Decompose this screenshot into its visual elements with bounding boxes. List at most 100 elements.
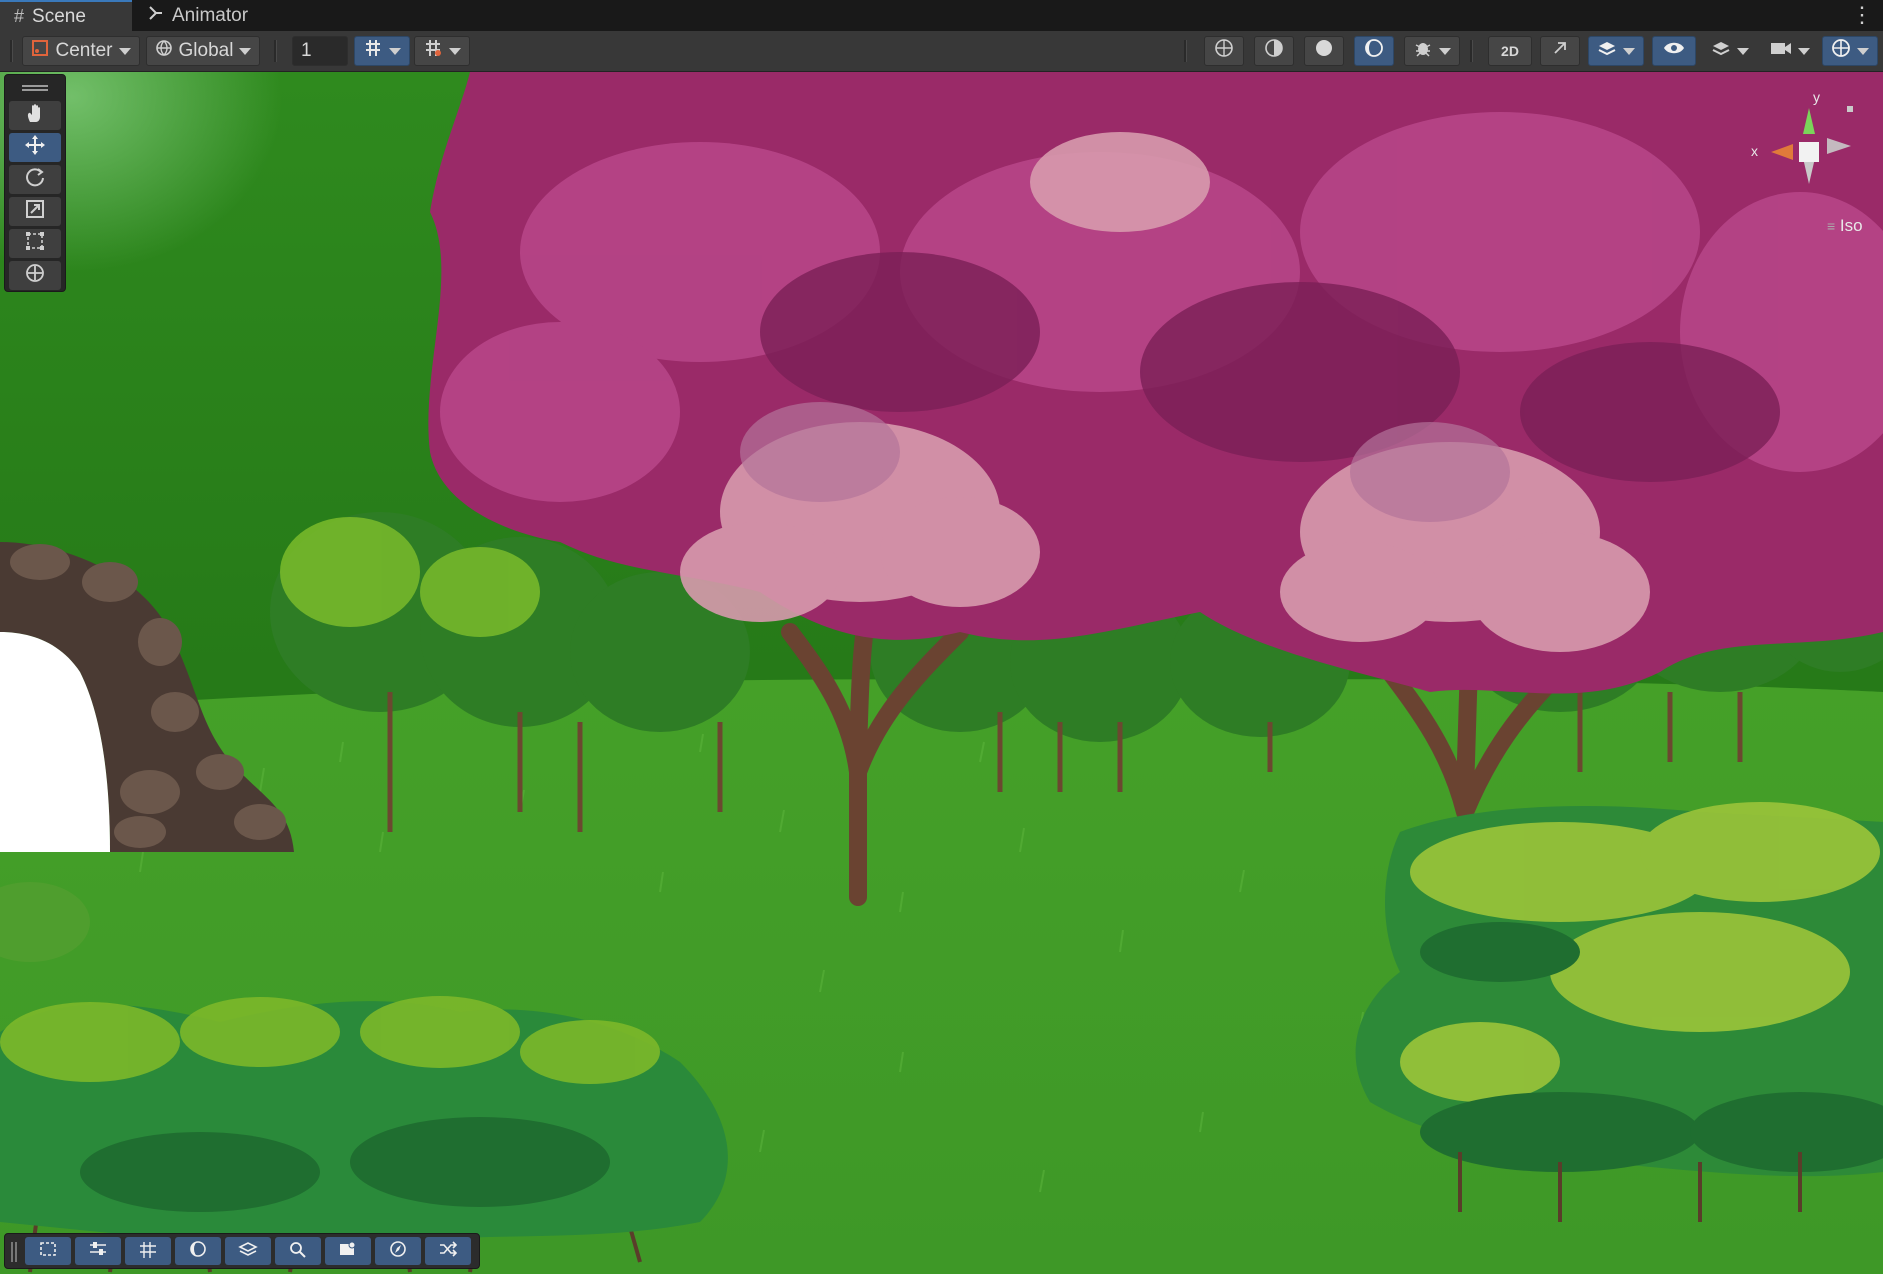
pivot-mode-dropdown[interactable]: Center — [22, 36, 140, 66]
tab-animator[interactable]: Animator — [134, 0, 264, 31]
effects-dropdown[interactable] — [1588, 36, 1644, 66]
overlay-toolbar — [4, 1233, 480, 1269]
overlay-tool-settings-button[interactable] — [75, 1237, 121, 1265]
camera-preview-icon — [338, 1240, 358, 1263]
sliders-icon — [88, 1240, 108, 1263]
overlay-grid-button[interactable] — [125, 1237, 171, 1265]
transform-combined-icon — [24, 262, 46, 289]
projection-lines-icon: ≡ — [1827, 218, 1836, 234]
transform-tool-button[interactable] — [9, 261, 61, 290]
chevron-down-icon — [239, 47, 252, 55]
chevron-down-icon — [1737, 47, 1749, 55]
scene-toolbar: Center Global 1 2D — [0, 31, 1883, 72]
chevron-down-icon — [1439, 47, 1451, 55]
debug-draw-mode-dropdown[interactable] — [1404, 36, 1460, 66]
pivot-mode-label: Center — [55, 40, 113, 61]
bug-icon — [1413, 38, 1433, 64]
chevron-down-icon — [389, 47, 401, 55]
chevron-down-icon — [1798, 47, 1810, 55]
tab-animator-label: Animator — [172, 4, 249, 26]
camera-settings-dropdown[interactable] — [1762, 36, 1818, 66]
wireframe-sphere-icon — [1214, 38, 1234, 64]
y-axis-letter: y — [1813, 89, 1820, 105]
shaded-wireframe-mode-button[interactable] — [1254, 36, 1294, 66]
gizmos-dropdown[interactable] — [1822, 36, 1878, 66]
hand-icon — [24, 102, 46, 129]
rect-select-icon — [38, 1240, 58, 1263]
gizmo-globe-icon — [1831, 38, 1851, 64]
shaded-wireframe-icon — [1264, 38, 1284, 64]
move-arrows-icon — [23, 133, 47, 162]
compass-icon — [388, 1240, 408, 1263]
rotate-icon — [24, 166, 46, 193]
grid-snap-value: 1 — [301, 40, 312, 61]
overlay-camera-button[interactable] — [325, 1237, 371, 1265]
space-mode-label: Global — [178, 40, 234, 61]
move-tool-button[interactable] — [9, 133, 61, 162]
chevron-down-icon — [118, 47, 131, 55]
tab-scene[interactable]: # Scene — [0, 0, 132, 31]
orientation-gizmo[interactable]: y x ≡ Iso — [1741, 86, 1871, 246]
projection-label: Iso — [1839, 216, 1863, 235]
pivot-icon — [31, 39, 49, 63]
light-off-icon — [1550, 38, 1570, 64]
x-axis-letter: x — [1751, 143, 1758, 159]
grid-visibility-toggle[interactable] — [354, 36, 410, 66]
hand-tool-button[interactable] — [9, 101, 61, 130]
grid-hash-icon: # — [14, 6, 25, 26]
overlay-layers-button[interactable] — [225, 1237, 271, 1265]
overlay-search-button[interactable] — [275, 1237, 321, 1265]
grid-snap-value-input[interactable]: 1 — [292, 36, 348, 66]
animator-graph-icon — [148, 5, 164, 27]
lighting-toggle[interactable] — [1540, 36, 1580, 66]
drag-handle-icon[interactable] — [22, 85, 48, 87]
rect-transform-icon — [24, 230, 46, 257]
scene-render — [0, 72, 1883, 1274]
grid-snap-toggle[interactable] — [414, 36, 470, 66]
chevron-down-icon — [449, 47, 461, 55]
unlit-mode-button[interactable] — [1354, 36, 1394, 66]
layers-icon — [1711, 38, 1731, 64]
axis-gizmo-icon: y x — [1751, 89, 1853, 184]
tab-scene-label: Scene — [32, 5, 86, 27]
grid-snap-icon — [138, 1240, 158, 1263]
scale-tool-button[interactable] — [9, 197, 61, 226]
chevron-down-icon — [1857, 47, 1869, 55]
light-circle-icon — [188, 1240, 208, 1263]
grid-icon — [363, 38, 383, 64]
rect-tool-button[interactable] — [9, 229, 61, 258]
camera-icon — [1770, 40, 1792, 62]
toolbar-separator — [274, 40, 277, 62]
chevron-down-icon — [1623, 47, 1635, 55]
transform-tools-palette — [4, 74, 66, 292]
scene-visibility-toggle[interactable] — [1652, 36, 1696, 66]
projection-toggle[interactable]: ≡ Iso — [1827, 216, 1863, 236]
scale-icon — [24, 198, 46, 225]
2d-toggle-icon: 2D — [1501, 43, 1519, 59]
window-tab-bar: # Scene Animator ⋮ — [0, 0, 1883, 31]
rotate-tool-button[interactable] — [9, 165, 61, 194]
toolbar-separator — [10, 40, 13, 62]
layers-visibility-dropdown[interactable] — [1702, 36, 1758, 66]
scene-viewport[interactable] — [0, 72, 1883, 1274]
toolbar-separator — [1470, 40, 1473, 62]
layers-outline-icon — [238, 1240, 258, 1263]
eye-icon — [1663, 40, 1685, 62]
2d-mode-toggle[interactable]: 2D — [1488, 36, 1532, 66]
overlay-rect-button[interactable] — [25, 1237, 71, 1265]
snap-grid-icon — [423, 38, 443, 64]
more-options-icon[interactable]: ⋮ — [1851, 3, 1873, 27]
toolbar-separator — [1184, 40, 1187, 62]
search-icon — [288, 1240, 308, 1263]
overlay-navigation-button[interactable] — [375, 1237, 421, 1265]
wireframe-draw-mode-button[interactable] — [1204, 36, 1244, 66]
layers-stack-icon — [1597, 38, 1617, 64]
lighting-icon — [1364, 38, 1384, 64]
globe-icon — [155, 39, 173, 63]
overlay-drag-handle-icon[interactable] — [11, 1242, 13, 1262]
shaded-mode-button[interactable] — [1304, 36, 1344, 66]
overlay-lighting-button[interactable] — [175, 1237, 221, 1265]
shuffle-icon — [438, 1240, 458, 1263]
overlay-shuffle-button[interactable] — [425, 1237, 471, 1265]
space-mode-dropdown[interactable]: Global — [146, 36, 260, 66]
